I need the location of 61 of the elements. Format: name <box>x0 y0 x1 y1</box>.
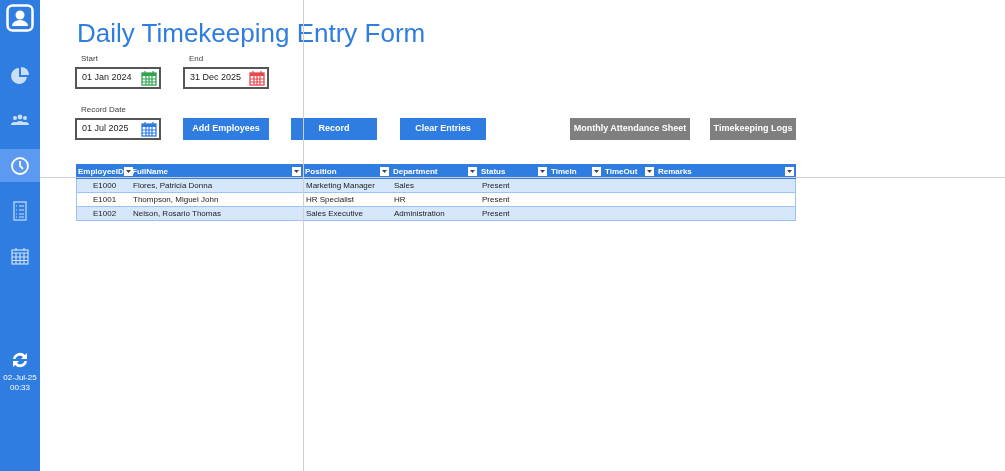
table-cell: Marketing Manager <box>306 180 375 190</box>
table-row[interactable]: E1001 Thompson, Miguel John HR Specialist HR Present <box>76 193 796 207</box>
page-title: Daily Timekeeping Entry Form <box>77 17 427 49</box>
filter-dropdown-icon[interactable] <box>592 167 601 176</box>
column-header[interactable]: Remarks <box>658 165 692 178</box>
action-button[interactable]: Clear Entries <box>400 118 486 140</box>
table-cell: Administration <box>394 208 445 218</box>
table-cell: HR Specialist <box>306 194 354 204</box>
table-cell: HR <box>394 194 406 204</box>
checklist-icon <box>10 200 30 221</box>
table-cell: Thompson, Miguel John <box>133 194 219 204</box>
calendar-icon[interactable] <box>249 70 265 86</box>
table-row[interactable]: E1000 Flores, Patricia Donna Marketing Manager Sales Present <box>76 179 796 193</box>
table-cell: Present <box>482 194 510 204</box>
calendar-icon[interactable] <box>141 121 157 137</box>
filter-dropdown-icon[interactable] <box>785 167 794 176</box>
column-header[interactable]: Department <box>393 165 438 178</box>
table-cell: Present <box>482 208 510 218</box>
action-button[interactable]: Add Employees <box>183 118 269 140</box>
table-cell: E1002 <box>93 208 117 218</box>
date-value: 01 Jan 2024 <box>82 71 132 85</box>
table-cell: Present <box>482 180 510 190</box>
filter-dropdown-icon[interactable] <box>468 167 477 176</box>
date-field[interactable]: 01 Jul 2025 <box>75 118 161 140</box>
column-header[interactable]: EmployeeID <box>78 165 124 178</box>
table-cell: E1001 <box>93 194 117 204</box>
sidebar-item[interactable] <box>0 149 40 182</box>
field-label: Start <box>80 53 99 65</box>
user-profile-icon[interactable] <box>6 4 34 32</box>
column-header[interactable]: TimeIn <box>551 165 577 178</box>
table-cell: E1000 <box>93 180 117 190</box>
calendar-icon[interactable] <box>141 70 157 86</box>
action-button[interactable]: Record <box>291 118 377 140</box>
refresh-icon[interactable] <box>10 351 30 369</box>
date-value: 31 Dec 2025 <box>190 71 242 85</box>
pie-chart-icon <box>10 65 30 86</box>
table-cell: Sales Executive <box>306 208 363 218</box>
filter-dropdown-icon[interactable] <box>380 167 389 176</box>
field-label: End <box>188 53 205 65</box>
date-value: 01 Jul 2025 <box>82 122 129 136</box>
filter-dropdown-icon[interactable] <box>292 167 301 176</box>
clock-icon <box>10 155 30 176</box>
table-cell: Sales <box>394 180 414 190</box>
table-cell: Flores, Patricia Donna <box>133 180 213 190</box>
column-header[interactable]: TimeOut <box>605 165 638 178</box>
column-header[interactable]: Position <box>305 165 337 178</box>
date-text: 02-Jul-25 <box>3 373 37 383</box>
action-button[interactable]: Timekeeping Logs <box>710 118 796 140</box>
calendar-icon <box>10 245 30 266</box>
column-header[interactable]: FullName <box>132 165 168 178</box>
filter-dropdown-icon[interactable] <box>645 167 654 176</box>
date-field[interactable]: 31 Dec 2025 <box>183 67 269 89</box>
field-label: Record Date <box>80 104 127 116</box>
table-cell: Nelson, Rosario Thomas <box>133 208 221 218</box>
filter-dropdown-icon[interactable] <box>538 167 547 176</box>
column-header[interactable]: Status <box>481 165 506 178</box>
time-text: 00:33 <box>10 383 30 393</box>
table-row[interactable]: E1002 Nelson, Rosario Thomas Sales Executive Administration Present <box>76 207 796 221</box>
date-field[interactable]: 01 Jan 2024 <box>75 67 161 89</box>
filter-dropdown-icon[interactable] <box>123 167 133 176</box>
action-button[interactable]: Monthly Attendance Sheet <box>570 118 690 140</box>
